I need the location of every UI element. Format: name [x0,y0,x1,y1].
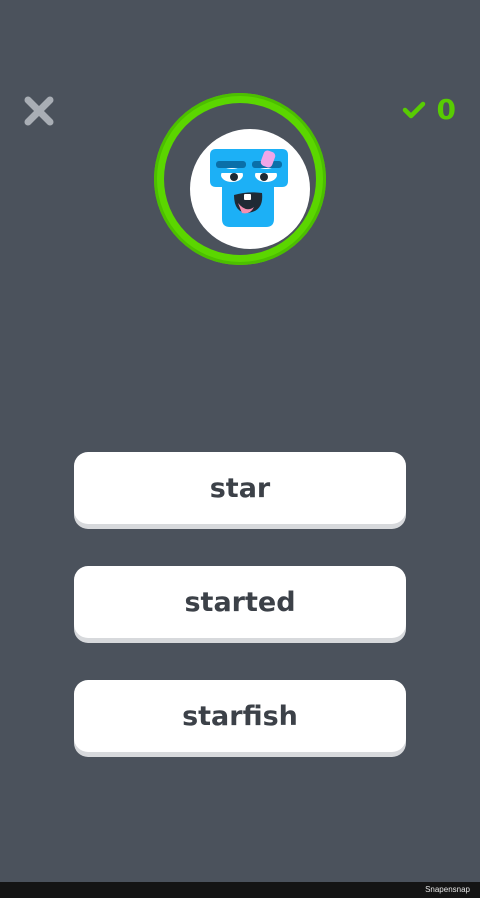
score-counter: 0 [401,94,456,126]
checkmark-icon [402,101,425,119]
watermark-text: Snapensnap [425,885,470,894]
score-count: 0 [436,93,456,126]
option-button[interactable]: starfish [74,680,406,752]
close-icon [24,96,54,126]
option-button[interactable]: started [74,566,406,638]
character-avatar [154,93,326,265]
close-button[interactable] [22,94,56,128]
bottom-bar: Snapensnap [0,882,480,898]
option-button[interactable]: star [74,452,406,524]
answer-options: star started starfish [74,452,406,794]
blue-square-character-icon [210,149,288,227]
